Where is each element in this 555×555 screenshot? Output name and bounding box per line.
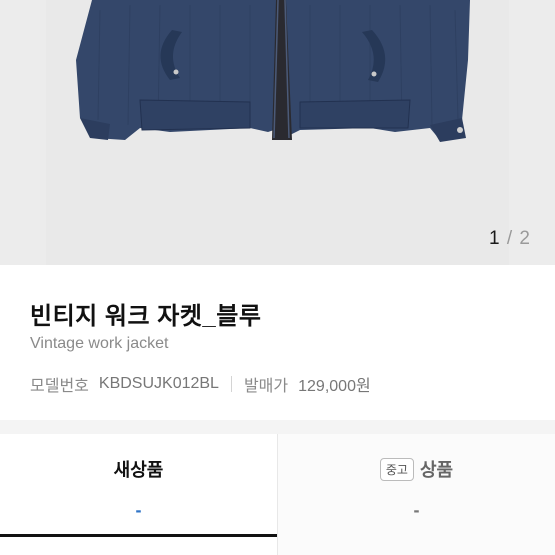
meta-divider <box>230 376 232 392</box>
condition-tabs: 새상품 - 중고 상품 - <box>0 434 555 555</box>
product-meta: 모델번호 KBDSUJK012BL 발매가 129,000원 <box>30 372 371 396</box>
model-number-value: KBDSUJK012BL <box>98 375 219 392</box>
product-info: 빈티지 워크 자켓_블루 Vintage work jacket 모델번호 KB… <box>0 265 555 420</box>
tab-new-product[interactable]: 새상품 - <box>0 434 277 555</box>
tab-new-label: 새상품 <box>113 460 164 480</box>
model-number-label: 모델번호 <box>30 378 89 395</box>
tab-used-value: - <box>413 500 420 520</box>
pager-total: 2 <box>519 228 531 249</box>
release-price-label: 발매가 <box>243 378 289 395</box>
active-tab-indicator <box>0 534 277 537</box>
product-photo-jacket <box>46 0 509 265</box>
product-image-gallery[interactable]: 1 / 2 <box>0 0 555 265</box>
tab-used-product[interactable]: 중고 상품 - <box>277 434 555 555</box>
product-subtitle: Vintage work jacket <box>30 335 169 352</box>
pager-current: 1 <box>489 228 501 249</box>
pager-separator: / <box>506 228 514 249</box>
tab-used-label-wrap: 중고 상품 <box>278 456 555 482</box>
product-title: 빈티지 워크 자켓_블루 <box>30 303 262 330</box>
section-divider <box>0 420 555 434</box>
used-badge: 중고 <box>379 458 414 481</box>
tab-new-value: - <box>135 500 142 520</box>
tab-used-label: 상품 <box>419 460 454 480</box>
release-price-value: 129,000원 <box>298 378 371 395</box>
image-pager: 1 / 2 <box>489 228 531 250</box>
